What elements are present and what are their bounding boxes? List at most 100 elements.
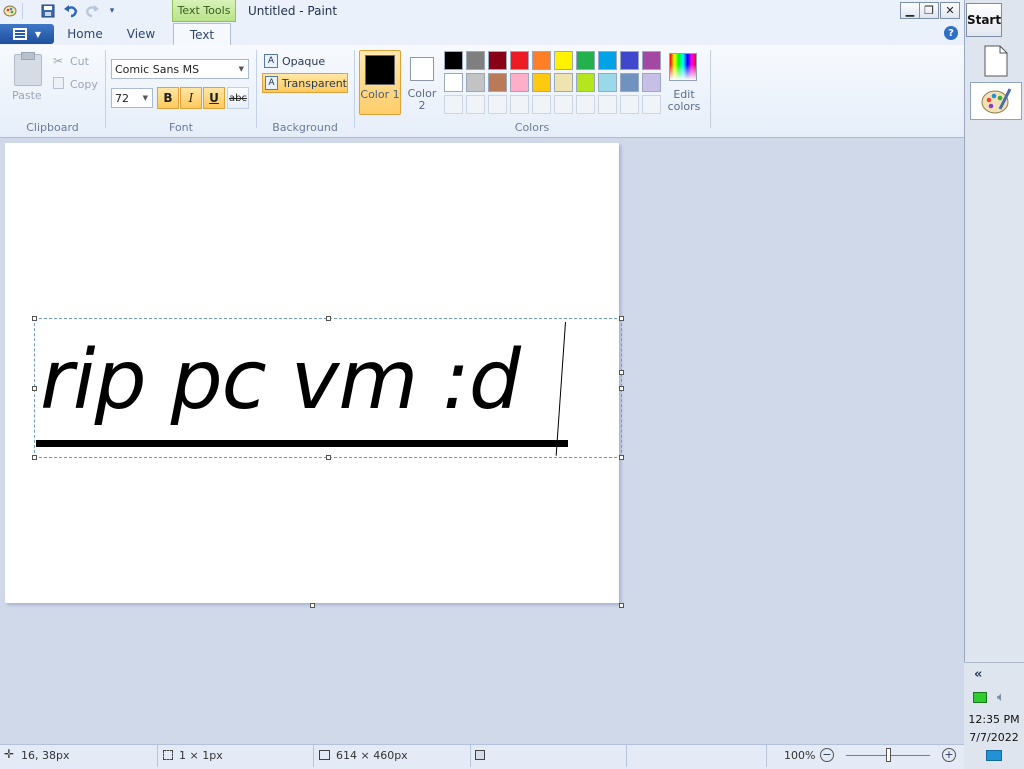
palette-swatch[interactable] [554, 73, 573, 92]
palette-swatch[interactable] [488, 73, 507, 92]
image-size: 614 × 460px [336, 749, 408, 762]
image-size-icon [319, 750, 330, 760]
strikethrough-button[interactable]: abc [227, 87, 249, 109]
palette-swatch[interactable] [554, 51, 573, 70]
group-separator [256, 50, 257, 128]
color2-button[interactable]: Color 2 [404, 50, 440, 115]
resize-handle[interactable] [32, 386, 37, 391]
palette-swatch[interactable] [576, 51, 595, 70]
help-icon[interactable]: ? [944, 26, 958, 40]
document-icon [984, 45, 1008, 77]
title-bar [0, 0, 964, 23]
taskbar-item-paint[interactable] [970, 82, 1022, 120]
minimize-button[interactable]: ▁ [900, 2, 920, 19]
close-button[interactable]: ✕ [940, 2, 960, 19]
palette-empty-slot[interactable] [554, 95, 573, 114]
status-divider [766, 745, 767, 767]
palette-empty-slot[interactable] [576, 95, 595, 114]
palette-swatch[interactable] [532, 51, 551, 70]
paste-button[interactable]: Paste [12, 89, 42, 102]
palette-swatch[interactable] [510, 73, 529, 92]
start-button[interactable]: Start [966, 3, 1002, 37]
text-box-selection[interactable] [34, 318, 622, 458]
palette-empty-slot[interactable] [510, 95, 529, 114]
paint-menu-button[interactable]: ▼ [0, 24, 54, 44]
zoom-in-icon[interactable]: + [942, 748, 956, 762]
redo-icon[interactable] [84, 3, 100, 19]
edit-colors-button[interactable]: Edit colors [664, 89, 704, 113]
clipboard-group-label: Clipboard [26, 121, 79, 134]
resize-handle[interactable] [619, 455, 624, 460]
palette-empty-slot[interactable] [444, 95, 463, 114]
save-icon[interactable] [40, 3, 56, 19]
palette-swatch[interactable] [444, 73, 463, 92]
collapse-tray-button[interactable]: « [974, 667, 982, 682]
zoom-out-icon[interactable]: − [820, 748, 834, 762]
palette-swatch[interactable] [642, 73, 661, 92]
palette-swatch[interactable] [488, 51, 507, 70]
network-icon[interactable] [973, 692, 987, 703]
palette-swatch[interactable] [510, 51, 529, 70]
color-spectrum-icon[interactable] [669, 53, 697, 81]
tab-home[interactable]: Home [62, 24, 108, 44]
font-size-select[interactable]: 72 ▼ [111, 88, 153, 108]
status-divider [313, 745, 314, 767]
palette-swatch[interactable] [532, 73, 551, 92]
palette-swatch[interactable] [598, 73, 617, 92]
palette-swatch[interactable] [642, 51, 661, 70]
palette-swatch[interactable] [444, 51, 463, 70]
resize-handle[interactable] [326, 455, 331, 460]
palette-empty-slot[interactable] [466, 95, 485, 114]
cut-button[interactable]: Cut [70, 55, 89, 68]
paint-app-icon[interactable] [2, 3, 18, 19]
paste-icon[interactable] [14, 52, 42, 86]
italic-button[interactable]: I [180, 87, 202, 109]
palette-swatch[interactable] [598, 51, 617, 70]
palette-empty-slot[interactable] [488, 95, 507, 114]
resize-handle[interactable] [326, 316, 331, 321]
palette-swatch[interactable] [620, 73, 639, 92]
palette-swatch[interactable] [620, 51, 639, 70]
show-desktop-icon[interactable] [986, 750, 1002, 761]
clock-date[interactable]: 7/7/2022 [966, 731, 1022, 744]
customize-quick-access-icon[interactable]: ▾ [104, 3, 120, 19]
selection-size: 1 × 1px [179, 749, 223, 762]
restore-button[interactable]: ❐ [919, 2, 939, 19]
resize-handle[interactable] [619, 316, 624, 321]
group-separator [710, 50, 711, 128]
palette-empty-slot[interactable] [532, 95, 551, 114]
taskbar-item-document[interactable] [970, 42, 1022, 80]
undo-icon[interactable] [62, 3, 78, 19]
text-tools-contextual-tab: Text Tools [172, 0, 236, 22]
palette-swatch[interactable] [466, 51, 485, 70]
clock-time[interactable]: 12:35 PM [966, 713, 1022, 726]
zoom-level: 100% [784, 749, 816, 762]
palette-swatch[interactable] [466, 73, 485, 92]
transparent-option[interactable]: A Transparent [262, 73, 348, 93]
copy-button[interactable]: Copy [70, 78, 98, 91]
color1-button[interactable]: Color 1 [359, 50, 401, 115]
resize-handle[interactable] [619, 386, 624, 391]
quick-access-separator [22, 3, 23, 19]
font-family-select[interactable]: Comic Sans MS ▼ [111, 59, 249, 79]
opaque-option[interactable]: A Opaque [262, 51, 348, 71]
tab-text[interactable]: Text [173, 23, 231, 46]
underline-button[interactable]: U [203, 87, 225, 109]
tab-view[interactable]: View [118, 24, 164, 44]
canvas-resize-handle[interactable] [619, 603, 624, 608]
zoom-slider-thumb[interactable] [886, 748, 891, 762]
palette-empty-slot[interactable] [642, 95, 661, 114]
resize-handle[interactable] [32, 455, 37, 460]
cursor-position: 16, 38px [21, 749, 70, 762]
canvas-resize-handle[interactable] [310, 603, 315, 608]
font-size-value: 72 [115, 91, 129, 105]
status-divider [470, 745, 471, 767]
volume-icon[interactable]: 🔈︎ [997, 690, 1005, 705]
resize-handle[interactable] [32, 316, 37, 321]
palette-empty-slot[interactable] [598, 95, 617, 114]
bold-button[interactable]: B [157, 87, 179, 109]
palette-empty-slot[interactable] [620, 95, 639, 114]
canvas-resize-handle[interactable] [619, 370, 624, 375]
palette-swatch[interactable] [576, 73, 595, 92]
group-separator [354, 50, 355, 128]
